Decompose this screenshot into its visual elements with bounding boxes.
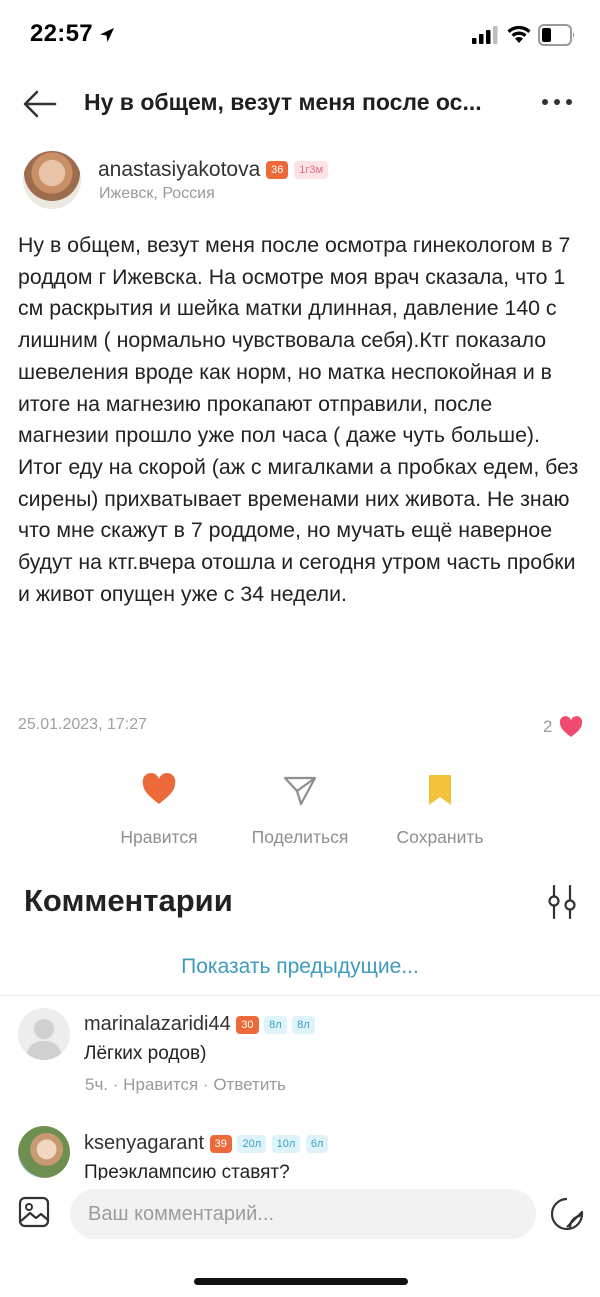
- save-button[interactable]: Сохранить: [380, 772, 500, 848]
- comment-child-badge: 8л: [292, 1015, 315, 1034]
- comment-text: Лёгких родов): [84, 1043, 207, 1064]
- comment-input[interactable]: Ваш комментарий...: [70, 1189, 536, 1239]
- like-label: Нравится: [120, 827, 198, 847]
- bookmark-icon: [429, 775, 451, 805]
- share-label: Поделиться: [251, 827, 349, 847]
- image-attach-icon[interactable]: [18, 1196, 50, 1228]
- save-label: Сохранить: [396, 827, 484, 847]
- comment-username[interactable]: ksenyagarant: [84, 1132, 204, 1154]
- wifi-icon: [507, 25, 531, 43]
- author-age-badge: 36: [266, 161, 289, 180]
- send-icon: [283, 776, 317, 806]
- post-like-count: 2: [543, 717, 553, 736]
- comments-heading: Комментарии: [24, 883, 233, 918]
- cellular-signal-icon: [472, 26, 498, 44]
- comment-user-row: ksenyagarant 39 20л 10л 6л: [84, 1132, 329, 1155]
- author-child-age-badge: 1г3м: [294, 161, 329, 180]
- more-options-icon[interactable]: [540, 96, 574, 108]
- comment-meta: 5ч. · Нравится · Ответить: [85, 1075, 286, 1094]
- sticker-icon[interactable]: [550, 1197, 584, 1231]
- comment-like-button[interactable]: Нравится: [123, 1075, 198, 1094]
- comment-user-row: marinalazaridi44 30 8л 8л: [84, 1013, 315, 1036]
- post-text: Ну в общем, везут меня после осмотра гин…: [18, 233, 579, 606]
- author-location: Ижевск, Россия: [99, 185, 215, 202]
- comment-reply-button[interactable]: Ответить: [213, 1075, 286, 1094]
- author-avatar[interactable]: [23, 151, 81, 209]
- home-indicator: [194, 1278, 408, 1285]
- battery-icon: [538, 24, 575, 46]
- default-user-icon: [26, 1019, 62, 1060]
- show-previous-link[interactable]: Показать предыдущие...: [0, 955, 600, 979]
- comment-username[interactable]: marinalazaridi44: [84, 1013, 231, 1035]
- comment-child-badge: 10л: [271, 1134, 301, 1153]
- back-arrow-icon[interactable]: [22, 88, 58, 120]
- share-button[interactable]: Поделиться: [240, 772, 360, 848]
- comment-age-badge: 30: [236, 1015, 259, 1034]
- comment-child-badge: 8л: [264, 1015, 287, 1034]
- author-username[interactable]: anastasiyakotova: [98, 158, 260, 181]
- comment-child-badge: 6л: [305, 1134, 329, 1153]
- like-button[interactable]: Нравится: [99, 772, 219, 848]
- post-date: 25.01.2023, 17:27: [18, 716, 148, 733]
- filter-sliders-icon[interactable]: [546, 884, 578, 920]
- commenter-avatar[interactable]: [18, 1126, 70, 1178]
- commenter-avatar[interactable]: [18, 1008, 70, 1060]
- heart-icon: [559, 716, 583, 737]
- heart-icon: [142, 772, 176, 804]
- divider: [0, 995, 600, 996]
- comment-child-badge: 20л: [237, 1134, 267, 1153]
- comment-time: 5ч.: [85, 1075, 109, 1094]
- location-arrow-icon: [100, 28, 114, 42]
- comment-age-badge: 39: [209, 1134, 232, 1153]
- author-row: anastasiyakotova 36 1г3м: [98, 158, 329, 182]
- page-title: Ну в общем, везут меня после ос...: [84, 89, 482, 115]
- status-time: 22:57: [30, 20, 93, 47]
